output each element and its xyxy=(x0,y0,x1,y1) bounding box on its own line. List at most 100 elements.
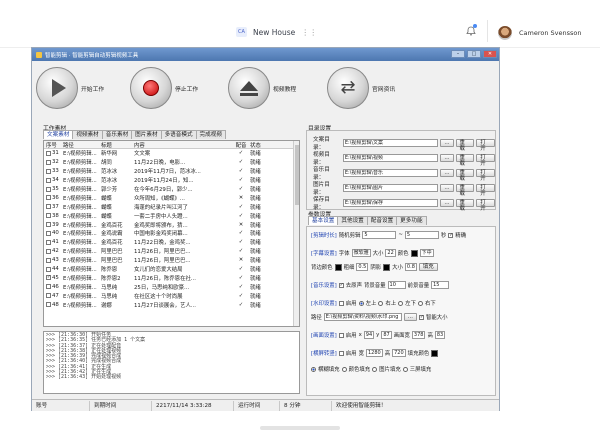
window-titlebar[interactable]: 智能剪辑 · 智能剪辑自动剪辑视频工具 xyxy=(32,48,499,61)
tab-copy[interactable]: 文案素材 xyxy=(43,130,74,139)
table-row[interactable]: 43 E:\视频剪辑... 阿里巴巴 11月26日，阿里巴巴... ✕ 就绪 xyxy=(44,256,299,265)
browse-button[interactable]: ... xyxy=(440,139,454,147)
rotate-width-input[interactable]: 1280 xyxy=(365,349,383,357)
wm-top-left-radio[interactable] xyxy=(358,300,364,306)
workspace-switcher[interactable]: CA New House ⋮⋮ xyxy=(236,27,317,37)
open-button[interactable]: 打开 xyxy=(476,169,496,182)
open-button[interactable]: 打开 xyxy=(476,199,496,212)
tab-done[interactable]: 完成视频 xyxy=(195,130,226,139)
row-checkbox[interactable] xyxy=(46,230,51,236)
precise-checkbox[interactable]: ✓ xyxy=(448,232,454,238)
open-button[interactable]: 打开 xyxy=(476,184,496,197)
font-color-swatch[interactable] xyxy=(410,249,418,257)
smart-size-checkbox[interactable]: ✓ xyxy=(418,314,424,320)
row-checkbox[interactable] xyxy=(46,222,51,228)
tutorial-button[interactable]: 视频教程 xyxy=(228,67,296,109)
close-button[interactable]: ✕ xyxy=(483,50,497,58)
tab-music[interactable]: 音乐素材 xyxy=(101,130,133,139)
x-input[interactable]: 94 xyxy=(363,331,375,339)
row-checkbox[interactable] xyxy=(46,177,51,183)
width-input[interactable]: 0.5 xyxy=(356,263,369,271)
col-content[interactable]: 内容 xyxy=(134,141,232,149)
browse-button[interactable]: ... xyxy=(440,184,454,192)
table-row[interactable]: 41 E:\视频剪辑... 金鸡百花 11月22日晚，金鸡奖... ✓ 就绪 xyxy=(44,238,299,247)
tab-image[interactable]: 图片素材 xyxy=(131,130,162,139)
reload-button[interactable]: 重载 xyxy=(455,199,475,212)
bell-icon[interactable] xyxy=(466,24,477,36)
col-dub[interactable]: 配音 xyxy=(232,141,250,149)
position-select[interactable]: 下中 xyxy=(419,249,434,257)
shadow-swatch[interactable] xyxy=(383,263,391,271)
table-row[interactable]: 34 E:\视频剪辑... 范冰冰 2019年11月24日，知... ✓ 就绪 xyxy=(44,176,299,185)
maximize-button[interactable]: □ xyxy=(467,50,481,58)
browse-button[interactable]: ... xyxy=(440,154,454,162)
fill-button[interactable]: 填充 xyxy=(418,263,438,271)
watermark-checkbox[interactable] xyxy=(338,300,344,306)
row-checkbox[interactable] xyxy=(46,159,51,165)
reload-button[interactable]: 重载 xyxy=(455,184,475,197)
row-checkbox[interactable] xyxy=(46,150,51,156)
row-checkbox[interactable] xyxy=(46,284,51,290)
dir-input[interactable]: E:\视频剪辑\保存 xyxy=(342,199,439,207)
reload-button[interactable]: 重载 xyxy=(455,154,475,167)
table-row[interactable]: 46 E:\视频剪辑... 马思纯 25日，马思纯和欧豪... ✓ 就绪 xyxy=(44,282,299,291)
row-checkbox[interactable] xyxy=(46,213,51,219)
clip-min-input[interactable]: 5 xyxy=(362,231,397,239)
triple-fill-radio[interactable] xyxy=(402,366,408,372)
area-height-input[interactable]: 83 xyxy=(434,331,446,339)
row-checkbox[interactable] xyxy=(46,302,51,308)
dir-input[interactable]: E:\视频剪辑\图片 xyxy=(342,184,439,192)
dir-input[interactable]: E:\视频剪辑\视频 xyxy=(342,154,439,162)
wm-top-right-radio[interactable] xyxy=(378,300,384,306)
dir-input[interactable]: E:\视频剪辑\音乐 xyxy=(342,169,439,177)
grid-icon[interactable]: ⋮⋮ xyxy=(301,28,317,37)
reload-button[interactable]: 重载 xyxy=(455,169,475,182)
table-row[interactable]: 39 E:\视频剪辑... 金鸡百花 金鸡奖即将颁布，猜... ✕ 就绪 xyxy=(44,220,299,229)
dir-input[interactable]: E:\视频剪辑\文案 xyxy=(342,139,439,147)
rotate-checkbox[interactable] xyxy=(338,350,344,356)
table-scrollbar[interactable] xyxy=(293,141,299,326)
row-checkbox[interactable] xyxy=(46,257,51,263)
open-button[interactable]: 打开 xyxy=(476,139,496,152)
bg-volume-input[interactable]: 10 xyxy=(387,281,406,289)
clip-max-input[interactable]: 5 xyxy=(404,231,439,239)
screen-checkbox[interactable] xyxy=(338,332,344,338)
area-width-input[interactable]: 378 xyxy=(411,331,426,339)
rotate-height-input[interactable]: 720 xyxy=(392,349,406,357)
table-row[interactable]: 35 E:\视频剪辑... 郭少芳 在今年6月29日，郭少... ✓ 就绪 xyxy=(44,185,299,194)
table-row[interactable]: 40 E:\视频剪辑... 金鸡说霸 中国电影金鸡奖闭幕... ✓ 就绪 xyxy=(44,229,299,238)
table-row[interactable]: 32 E:\视频剪辑... 胡同 11月22日晚，电影... ✓ 就绪 xyxy=(44,158,299,167)
table-row[interactable]: 47 E:\视频剪辑... 马思纯 在社区这十个时尚展 ✓ 就绪 xyxy=(44,291,299,300)
row-checkbox[interactable] xyxy=(46,266,51,272)
browse-button[interactable]: ... xyxy=(440,169,454,177)
table-row[interactable]: 36 E:\视频剪辑... 蝴蝶 众所周知，《蝴蝶》... ✕ 就绪 xyxy=(44,193,299,202)
row-checkbox[interactable] xyxy=(46,293,51,299)
tab-other[interactable]: 其他设置 xyxy=(337,216,368,225)
tab-multivoice[interactable]: 多语音模式 xyxy=(160,130,197,139)
tab-video[interactable]: 视频素材 xyxy=(72,130,103,139)
fg-volume-input[interactable]: 15 xyxy=(431,281,450,289)
col-status[interactable]: 状态 xyxy=(250,141,270,149)
wm-browse-button[interactable]: ... xyxy=(403,313,417,321)
y-input[interactable]: 87 xyxy=(381,331,392,339)
stop-button[interactable]: 停止工作 xyxy=(130,67,198,109)
website-button[interactable]: ⇄ 官网资讯 xyxy=(327,67,395,109)
size-input[interactable]: 22 xyxy=(385,249,396,257)
browse-button[interactable]: ... xyxy=(440,199,454,207)
font-select[interactable]: 微软雅 xyxy=(351,249,371,257)
tab-basic[interactable]: 基本设置 xyxy=(308,216,339,225)
shadow-size-input[interactable]: 0.8 xyxy=(404,263,417,271)
table-row[interactable]: 33 E:\视频剪辑... 范冰冰 2019年11月7日，范冰冰... ✓ 就绪 xyxy=(44,167,299,176)
image-fill-radio[interactable] xyxy=(372,366,378,372)
reload-button[interactable]: 重载 xyxy=(455,139,475,152)
open-button[interactable]: 打开 xyxy=(476,154,496,167)
table-row[interactable]: 48 E:\视频剪辑... 谢娜 11月27日谈展会，艺人... ✓ 就绪 xyxy=(44,300,299,309)
col-no[interactable]: 序号 xyxy=(44,141,63,149)
wm-bottom-left-radio[interactable] xyxy=(398,300,404,306)
table-row[interactable]: ✓ 45 E:\视频剪辑... 陈乔恩2 11月26日，陈乔恩在社... ✓ 就绪 xyxy=(44,273,299,282)
row-checkbox[interactable] xyxy=(46,248,51,254)
start-button[interactable]: 开始工作 xyxy=(36,67,104,109)
row-checkbox[interactable]: ✓ xyxy=(46,275,51,281)
wm-path-input[interactable]: E:\视频剪辑\资料\视频\水印.png xyxy=(323,313,402,321)
color-fill-radio[interactable] xyxy=(341,366,347,372)
